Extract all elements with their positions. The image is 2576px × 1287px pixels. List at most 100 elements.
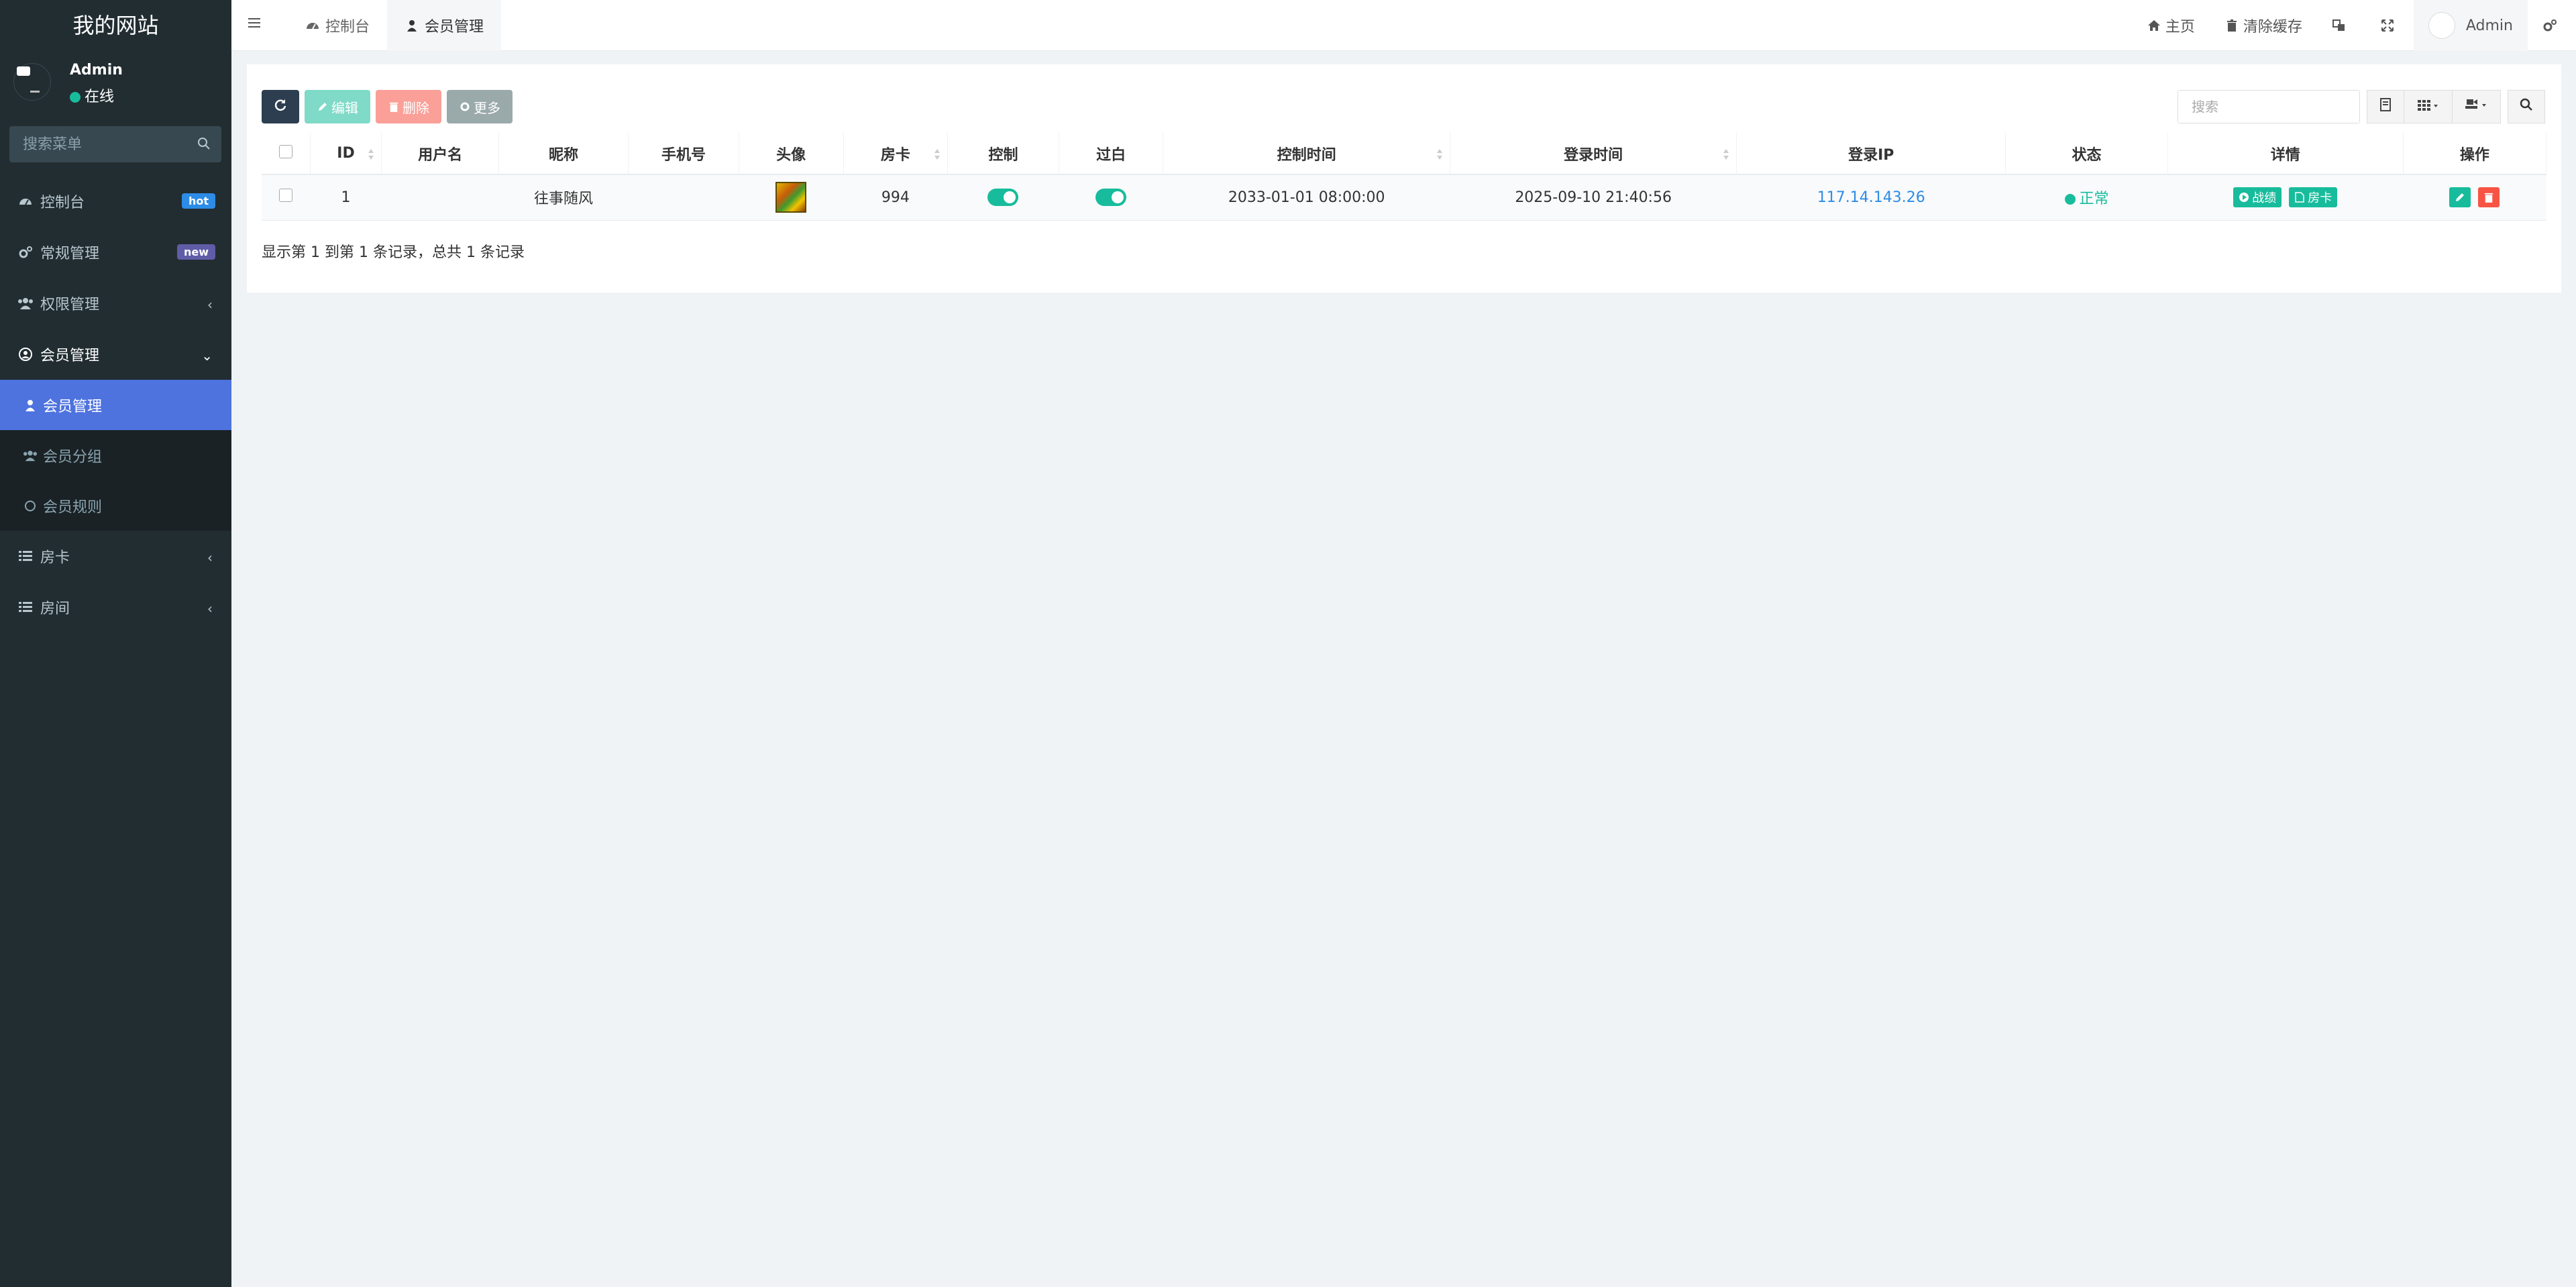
toggle-view-button[interactable] <box>2367 90 2404 123</box>
header-label: 房卡 <box>880 146 910 164</box>
submenu-item-member-group[interactable]: 会员分组 <box>0 430 231 480</box>
top-navbar: 控制台 会员管理 主页 清除缓存 Admin <box>231 0 2576 51</box>
header-roomcard[interactable]: 房卡 <box>843 133 949 175</box>
table-search-input[interactable] <box>2178 91 2359 123</box>
circle-icon <box>23 499 38 513</box>
cell-control-time: 2033-01-01 08:00:00 <box>1163 174 1450 221</box>
avatar <box>2428 12 2455 39</box>
user-name: Admin <box>70 62 123 79</box>
user-menu[interactable]: Admin <box>2413 0 2528 51</box>
header-mobile: 手机号 <box>628 133 739 175</box>
cell-detail: 战绩 房卡 <box>2167 174 2404 221</box>
tab-label: 控制台 <box>325 19 370 36</box>
whitelist-toggle[interactable] <box>1095 189 1127 207</box>
row-checkbox[interactable] <box>279 189 293 203</box>
export-icon <box>2465 98 2488 115</box>
nav-tabs: 控制台 会员管理 <box>288 0 502 51</box>
refresh-icon <box>274 99 287 115</box>
user-status: 在线 <box>70 85 114 106</box>
pencil-icon <box>317 101 329 113</box>
header-login-time[interactable]: 登录时间 <box>1450 133 1737 175</box>
card-view-icon <box>2379 98 2392 115</box>
cell-nickname: 往事随风 <box>498 174 629 221</box>
play-circle-icon <box>2239 192 2249 203</box>
content-panel: 编辑 删除 更多 搜索 ID 用户名 昵称 手机号 头像 房卡 控制 过白 控制… <box>247 64 2561 293</box>
table-toolbar: 编辑 删除 更多 <box>262 90 518 123</box>
roomcard-label: 房卡 <box>2308 191 2332 206</box>
submenu-item-member-rule[interactable]: 会员规则 <box>0 480 231 531</box>
tab-member-manage[interactable]: 会员管理 <box>387 0 502 51</box>
home-link[interactable]: 主页 <box>2132 0 2210 51</box>
dashboard-icon <box>305 18 320 33</box>
delete-button[interactable]: 删除 <box>376 90 441 123</box>
header-avatar: 头像 <box>739 133 844 175</box>
more-button[interactable]: 更多 <box>447 90 513 123</box>
avatar <box>13 63 51 101</box>
header-whitelist: 过白 <box>1059 133 1164 175</box>
home-label: 主页 <box>2165 19 2195 36</box>
cell-username <box>381 174 499 221</box>
cell-control <box>947 174 1059 221</box>
header-select-all <box>262 133 311 175</box>
member-avatar[interactable] <box>775 182 807 213</box>
sidebar-item-roomcard[interactable]: 房卡 ‹ <box>0 531 231 582</box>
sidebar-item-member[interactable]: 会员管理 ⌄ <box>0 329 231 380</box>
sidebar-search-input[interactable] <box>9 126 221 162</box>
pagination-info: 显示第 1 到第 1 条记录，总共 1 条记录 <box>262 244 525 261</box>
row-edit-button[interactable] <box>2449 187 2471 208</box>
member-table: ID 用户名 昵称 手机号 头像 房卡 控制 过白 控制时间 登录时间 登录IP… <box>262 133 2547 221</box>
refresh-button[interactable] <box>262 90 299 123</box>
columns-button[interactable] <box>2404 90 2453 123</box>
chevron-left-icon: ‹ <box>207 297 213 313</box>
sort-icon <box>1436 149 1442 160</box>
roomcard-button[interactable]: 房卡 <box>2289 187 2338 208</box>
select-all-checkbox[interactable] <box>278 144 292 158</box>
sidebar-item-label: 常规管理 <box>40 246 100 262</box>
header-detail: 详情 <box>2167 133 2404 175</box>
sidebar-item-label: 控制台 <box>40 195 85 211</box>
fullscreen-button[interactable] <box>2365 0 2414 51</box>
control-toggle[interactable] <box>987 189 1019 207</box>
cell-whitelist <box>1059 174 1163 221</box>
sidebar-item-label: 权限管理 <box>40 297 100 313</box>
header-nickname: 昵称 <box>498 133 629 175</box>
sidebar-item-dashboard[interactable]: 控制台 hot <box>0 176 231 227</box>
sort-icon <box>1723 149 1729 160</box>
row-delete-button[interactable] <box>2478 187 2500 208</box>
search-icon[interactable] <box>197 137 211 150</box>
sidebar-item-label: 房间 <box>40 601 70 617</box>
search-icon <box>2520 98 2533 115</box>
user-status-text: 在线 <box>85 89 115 105</box>
table-row: 1 往事随风 994 2033-01-01 08:00:00 2025-09-1… <box>262 174 2546 221</box>
submenu-item-member-manage[interactable]: 会员管理 <box>0 380 231 430</box>
export-button[interactable] <box>2453 90 2501 123</box>
advanced-search-button[interactable] <box>2508 90 2545 123</box>
record-button[interactable]: 战绩 <box>2233 187 2282 208</box>
login-ip-link[interactable]: 117.14.143.26 <box>1817 189 1925 206</box>
settings-button[interactable] <box>2528 0 2576 51</box>
header-control-time[interactable]: 控制时间 <box>1163 133 1450 175</box>
cell-roomcard: 994 <box>843 174 948 221</box>
cell-select <box>262 174 311 221</box>
language-switch[interactable] <box>2317 0 2365 51</box>
clear-cache-link[interactable]: 清除缓存 <box>2210 0 2317 51</box>
header-id[interactable]: ID <box>310 133 382 175</box>
menu-toggle-icon[interactable] <box>248 16 264 32</box>
app-logo[interactable]: 我的网站 <box>0 0 231 51</box>
sidebar-item-general[interactable]: 常规管理 new <box>0 227 231 278</box>
cogs-icon <box>17 244 34 260</box>
chevron-down-icon: ⌄ <box>201 348 213 364</box>
edit-button[interactable]: 编辑 <box>305 90 370 123</box>
header-username: 用户名 <box>381 133 499 175</box>
file-icon <box>2294 192 2305 203</box>
sidebar-item-room[interactable]: 房间 ‹ <box>0 582 231 633</box>
sidebar-search <box>9 126 221 162</box>
sidebar-item-permission[interactable]: 权限管理 ‹ <box>0 278 231 329</box>
cell-mobile <box>628 174 739 221</box>
submenu-item-label: 会员规则 <box>43 499 103 516</box>
tab-dashboard[interactable]: 控制台 <box>288 0 387 51</box>
chevron-left-icon: ‹ <box>207 601 213 617</box>
grid-icon <box>2417 99 2439 115</box>
cell-status: 正常 <box>2005 174 2168 221</box>
header-label: ID <box>337 145 355 162</box>
